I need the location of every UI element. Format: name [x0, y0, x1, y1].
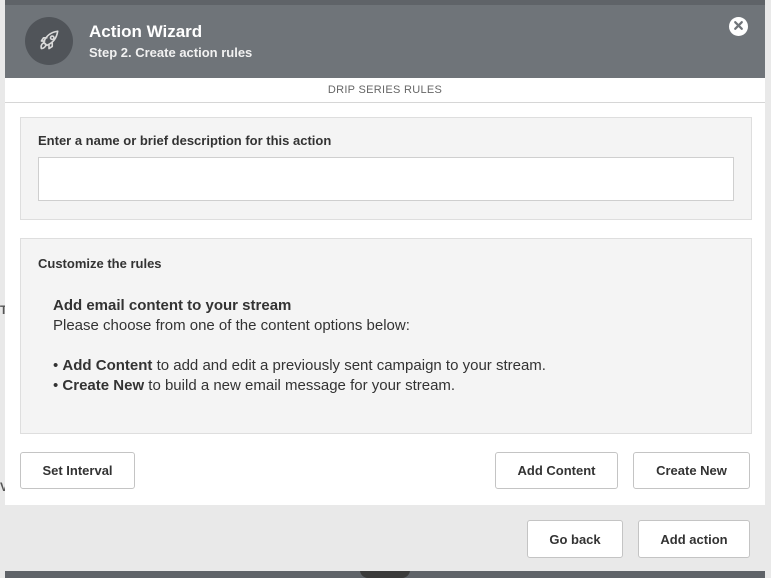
rules-intro: Please choose from one of the content op…	[53, 317, 410, 334]
backdrop-tab	[360, 570, 410, 578]
action-wizard-modal: Action Wizard Step 2. Create action rule…	[5, 5, 765, 571]
set-interval-button[interactable]: Set Interval	[20, 452, 135, 489]
name-section: Enter a name or brief description for th…	[20, 117, 752, 220]
backdrop-right	[765, 0, 771, 578]
modal-header: Action Wizard Step 2. Create action rule…	[5, 5, 765, 78]
close-icon[interactable]	[733, 18, 744, 36]
rules-section-label: Customize the rules	[38, 256, 162, 271]
tab-drip-series-rules[interactable]: DRIP SERIES RULES	[328, 84, 442, 96]
close-button[interactable]	[729, 17, 748, 36]
go-back-button[interactable]: Go back	[527, 520, 623, 558]
bullet-create-new: • Create New to build a new email messag…	[53, 377, 456, 394]
add-action-button[interactable]: Add action	[638, 520, 750, 558]
bullet-add-content: • Add Content to add and edit a previous…	[53, 357, 546, 374]
rules-heading: Add email content to your stream	[53, 297, 292, 314]
bullet-strong: Add Content	[62, 357, 153, 374]
rules-section: Customize the rules Add email content to…	[20, 238, 752, 434]
action-name-input[interactable]	[38, 157, 734, 201]
bullet-text: to add and edit a previously sent campai…	[152, 357, 546, 374]
modal-title: Action Wizard	[89, 22, 203, 41]
step-tab-bar: DRIP SERIES RULES	[5, 78, 765, 103]
create-new-button[interactable]: Create New	[633, 452, 750, 489]
rules-description: Add email content to your stream Please …	[53, 296, 546, 396]
rocket-icon	[25, 17, 73, 65]
modal-footer: Go back Add action	[5, 505, 765, 571]
add-content-button[interactable]: Add Content	[495, 452, 618, 489]
bullet-strong: Create New	[62, 377, 145, 394]
modal-subtitle: Step 2. Create action rules	[89, 45, 253, 60]
bullet-text: to build a new email message for your st…	[144, 377, 456, 394]
name-field-label: Enter a name or brief description for th…	[38, 133, 332, 148]
